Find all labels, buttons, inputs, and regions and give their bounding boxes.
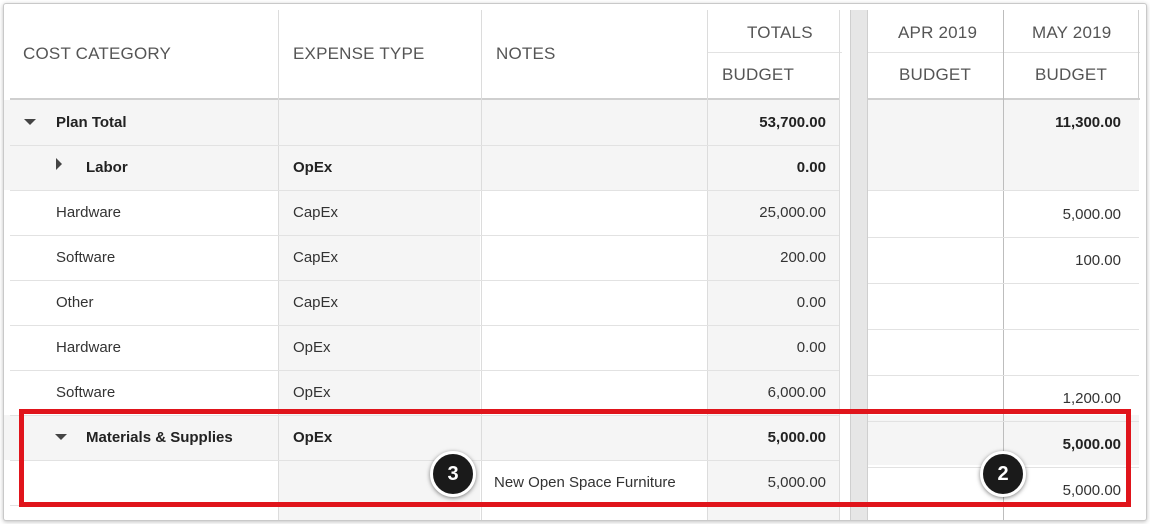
pane-splitter[interactable]	[850, 10, 868, 520]
row-divider	[10, 415, 839, 416]
header-apr-2019: APR 2019	[898, 23, 978, 42]
row-may-budget[interactable]: 11,300.00	[1004, 114, 1121, 131]
col-divider	[481, 10, 482, 520]
row-may-budget[interactable]: 100.00	[1004, 252, 1121, 269]
row-category[interactable]: Labor	[86, 159, 128, 176]
header-bottom-border-months	[868, 98, 1140, 100]
row-total[interactable]: 53,700.00	[707, 114, 826, 131]
row-divider	[868, 421, 1139, 422]
row-category[interactable]: Hardware	[56, 204, 121, 221]
row-total[interactable]: 0.00	[707, 294, 826, 311]
expand-caret-icon[interactable]	[56, 158, 62, 170]
row-category[interactable]: Software	[56, 249, 115, 266]
row-total[interactable]: 5,000.00	[707, 429, 826, 446]
row-total[interactable]: 6,000.00	[707, 384, 826, 401]
row-divider	[10, 325, 839, 326]
row-may-budget[interactable]: 5,000.00	[1004, 206, 1121, 223]
row-expense-type[interactable]: OpEx	[293, 384, 331, 401]
row-divider	[10, 370, 839, 371]
row-total[interactable]: 5,000.00	[707, 474, 826, 491]
row-category[interactable]: Software	[56, 384, 115, 401]
header-sub-divider	[707, 52, 842, 53]
row-expense-type[interactable]: CapEx	[293, 294, 338, 311]
budget-grid: COST CATEGORY EXPENSE TYPE NOTES TOTALS …	[3, 3, 1147, 521]
callout-badge-notes: 3	[430, 451, 476, 497]
row-expense-type[interactable]: CapEx	[293, 249, 338, 266]
row-divider	[10, 505, 839, 506]
row-divider	[10, 190, 839, 191]
col-divider	[1138, 10, 1139, 100]
header-sub-divider-months	[868, 52, 1140, 53]
callout-badge-may: 2	[980, 451, 1026, 497]
header-bottom-border	[10, 98, 840, 100]
header-totals: TOTALS	[747, 23, 813, 42]
row-category[interactable]: Plan Total	[56, 114, 127, 131]
row-divider	[868, 190, 1139, 191]
row-divider	[10, 460, 839, 461]
row-notes[interactable]: New Open Space Furniture	[494, 474, 676, 491]
row-total[interactable]: 0.00	[707, 339, 826, 356]
collapse-caret-icon[interactable]	[55, 434, 67, 440]
collapse-caret-icon[interactable]	[24, 119, 36, 125]
row-expense-type[interactable]: OpEx	[293, 339, 331, 356]
header-apr-budget[interactable]: BUDGET	[899, 65, 971, 85]
row-category[interactable]: Other	[56, 294, 94, 311]
row-category[interactable]: Materials & Supplies	[86, 429, 233, 446]
header-expense-type[interactable]: EXPENSE TYPE	[293, 44, 425, 64]
row-expense-type[interactable]: OpEx	[293, 159, 332, 176]
row-total[interactable]: 200.00	[707, 249, 826, 266]
row-total[interactable]: 0.00	[707, 159, 826, 176]
row-total[interactable]: 25,000.00	[707, 204, 826, 221]
header-may-2019: MAY 2019	[1032, 23, 1112, 42]
header-may-budget[interactable]: BUDGET	[1035, 65, 1107, 85]
row-divider	[10, 280, 839, 281]
col-divider	[839, 10, 840, 520]
header-cost-category[interactable]: COST CATEGORY	[23, 44, 171, 64]
row-divider	[868, 375, 1139, 376]
row-divider	[10, 235, 839, 236]
row-divider	[868, 237, 1139, 238]
row-divider	[868, 283, 1139, 284]
header-notes[interactable]: NOTES	[496, 44, 556, 64]
header-totals-budget[interactable]: BUDGET	[722, 65, 794, 85]
row-may-budget[interactable]: 5,000.00	[1004, 436, 1121, 453]
row-may-budget[interactable]: 1,200.00	[1004, 390, 1121, 407]
row-divider	[868, 329, 1139, 330]
row-category[interactable]: Hardware	[56, 339, 121, 356]
col-divider	[278, 10, 279, 520]
row-expense-type[interactable]: CapEx	[293, 204, 338, 221]
row-divider	[10, 145, 839, 146]
row-expense-type[interactable]: OpEx	[293, 429, 332, 446]
